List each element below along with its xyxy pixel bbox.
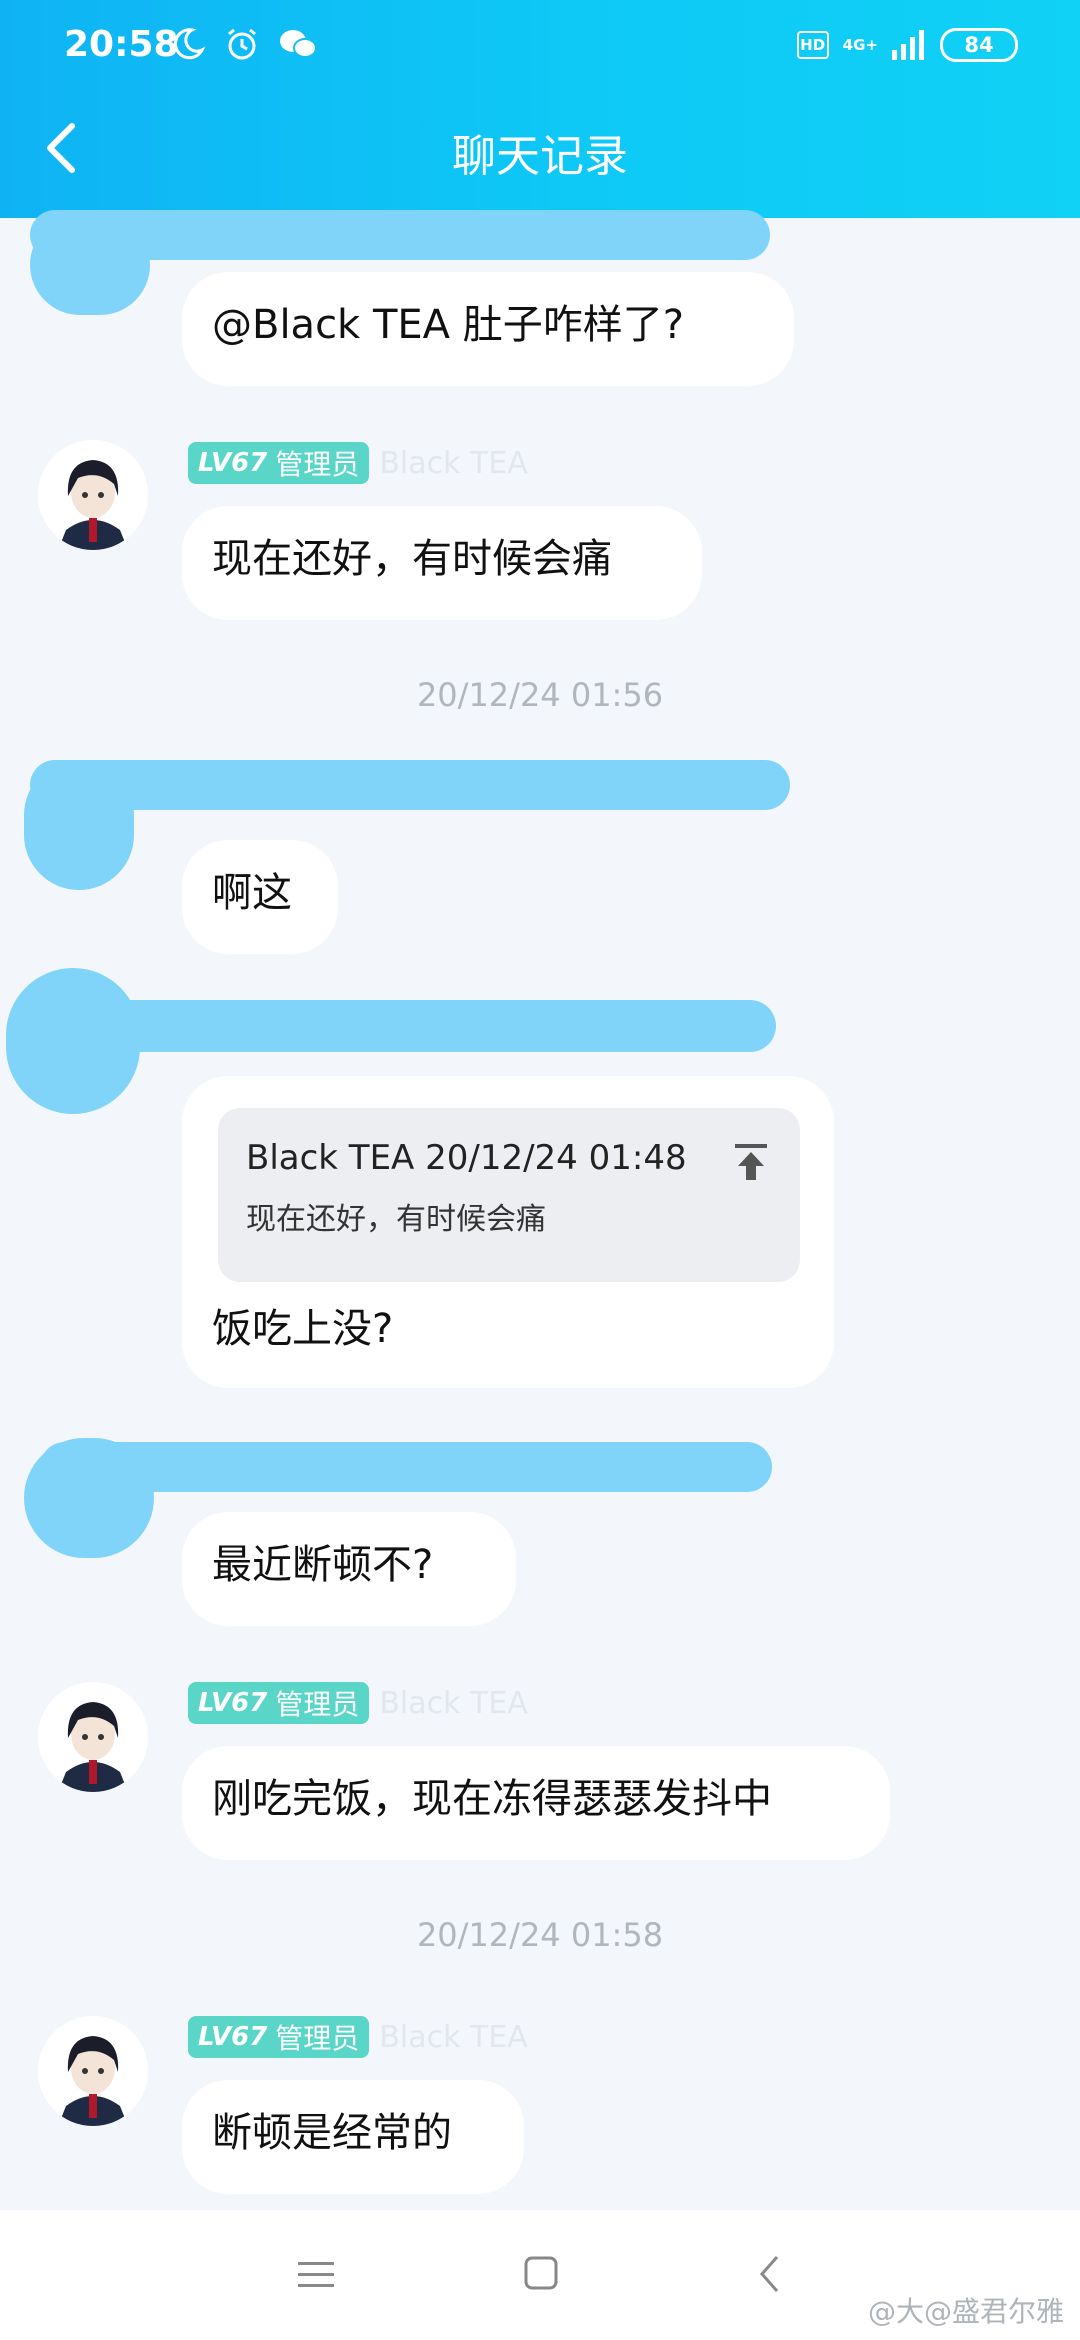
level-label: LV67 — [198, 448, 268, 478]
level-label: LV67 — [198, 2022, 268, 2052]
system-nav-bar: @大@盛君尔雅 — [0, 2210, 1080, 2340]
quoted-message[interactable]: Black TEA 20/12/24 01:48 现在还好，有时候会痛 — [218, 1108, 800, 1282]
jump-to-top-icon[interactable] — [732, 1142, 770, 1182]
message-bubble[interactable]: 最近断顿不? — [182, 1512, 516, 1626]
hd-indicator: HD — [796, 31, 829, 59]
alarm-icon — [228, 28, 256, 60]
message-bubble[interactable]: @Black TEA 肚子咋样了? — [182, 272, 794, 386]
level-badge: LV67 管理员 — [188, 2016, 370, 2058]
avatar-image — [38, 2016, 148, 2126]
redaction-scribble — [24, 1438, 154, 1558]
redaction-scribble — [30, 215, 150, 315]
moon-icon — [173, 28, 206, 60]
message-text: 最近断顿不? — [212, 1542, 434, 1588]
page-title: 聊天记录 — [452, 131, 628, 182]
avatar[interactable] — [38, 1682, 148, 1792]
message-text: 刚吃完饭，现在冻得瑟瑟发抖中 — [212, 1776, 772, 1822]
redaction-scribble — [6, 968, 140, 1114]
wechat-icon — [280, 30, 317, 58]
menu-icon[interactable] — [298, 2260, 334, 2290]
message-bubble[interactable]: 断顿是经常的 — [182, 2080, 524, 2194]
watermark: @大@盛君尔雅 — [867, 2295, 1064, 2328]
avatar[interactable] — [38, 440, 148, 550]
avatar-image — [38, 440, 148, 550]
quote-text: 现在还好，有时候会痛 — [246, 1202, 546, 1237]
message-bubble[interactable]: 啊这 — [182, 840, 338, 954]
role-label: 管理员 — [275, 448, 360, 481]
time-separator: 20/12/24 01:56 — [416, 676, 664, 714]
avatar-image — [38, 1682, 148, 1792]
signal-icon — [892, 30, 924, 60]
home-square-icon[interactable] — [524, 2256, 558, 2290]
sender-name[interactable]: Black TEA — [379, 446, 528, 481]
sender-name[interactable]: Black TEA — [379, 2020, 528, 2055]
level-badge: LV67 管理员 — [188, 442, 370, 484]
sender-info: LV67 管理员 Black TEA — [188, 2016, 528, 2058]
time-separator: 20/12/24 01:58 — [416, 1916, 664, 1954]
sender-name[interactable]: Black TEA — [379, 1686, 528, 1721]
top-header: 20:58 HD 4G+ 84 聊天记录 — [0, 0, 1080, 218]
message-text: 现在还好，有时候会痛 — [212, 536, 612, 582]
message-text: 啊这 — [212, 870, 292, 916]
redaction-scribble — [30, 760, 790, 810]
sender-info: LV67 管理员 Black TEA — [188, 1682, 528, 1724]
battery-indicator: 84 — [940, 28, 1018, 62]
back-triangle-icon[interactable] — [758, 2254, 780, 2294]
quote-author-time: Black TEA 20/12/24 01:48 — [246, 1138, 687, 1178]
avatar[interactable] — [38, 2016, 148, 2126]
role-label: 管理员 — [275, 2022, 360, 2055]
redaction-scribble — [60, 1000, 776, 1052]
role-label: 管理员 — [275, 1688, 360, 1721]
status-time: 20:58 — [64, 24, 179, 65]
level-label: LV67 — [198, 1688, 268, 1718]
network-indicator: 4G+ — [842, 36, 878, 54]
message-text: @Black TEA 肚子咋样了? — [212, 302, 684, 348]
status-icons — [170, 26, 318, 62]
level-badge: LV67 管理员 — [188, 1682, 370, 1724]
message-text: 饭吃上没? — [212, 1306, 394, 1352]
redaction-scribble — [24, 760, 134, 890]
message-text: 断顿是经常的 — [212, 2110, 452, 2156]
status-right: HD 4G+ 84 — [796, 28, 1018, 62]
sender-info: LV67 管理员 Black TEA — [188, 442, 528, 484]
message-bubble[interactable]: 刚吃完饭，现在冻得瑟瑟发抖中 — [182, 1746, 890, 1860]
message-bubble[interactable]: 现在还好，有时候会痛 — [182, 506, 702, 620]
